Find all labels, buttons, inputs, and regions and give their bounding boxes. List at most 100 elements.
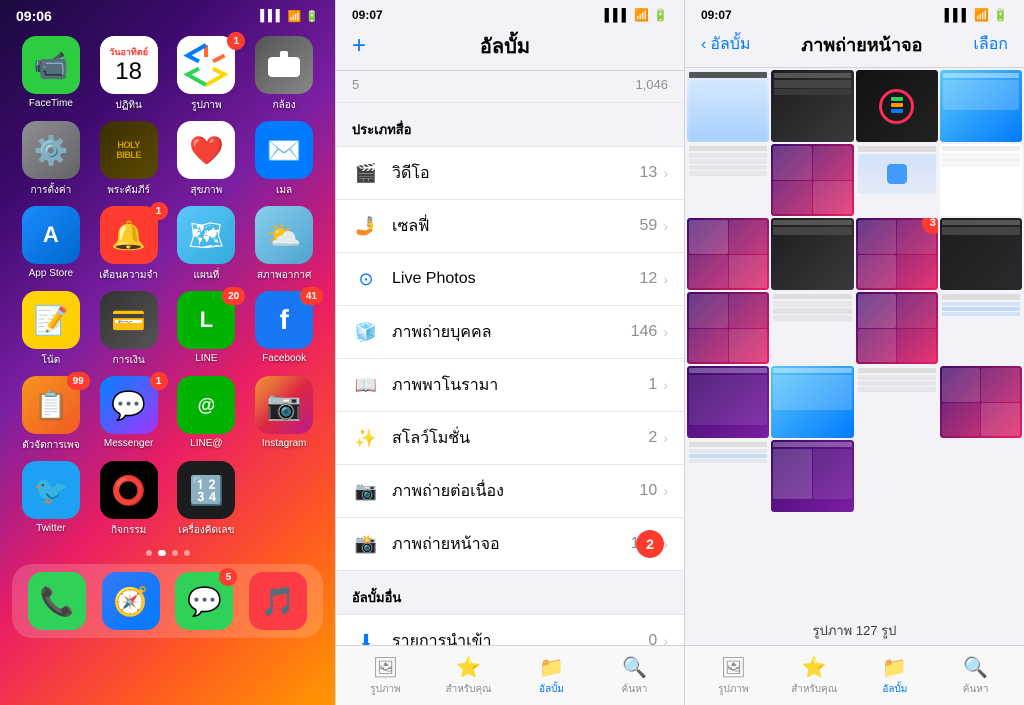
dock-phone[interactable]: 📞 [28,572,86,630]
app-page-manager[interactable]: 📋 99 ตัวจัดการเพจ [16,376,86,453]
screenshot-thumb-2[interactable] [771,70,853,142]
slowmo-row-count: 2 [648,429,657,447]
screenshots-tab-photos[interactable]: 🖼 รูปภาพ [693,655,774,697]
app-bible[interactable]: HOLY BIBLE พระคัมภีร์ [94,121,164,198]
albums-row-livephotos[interactable]: ⊙ Live Photos 12 › [336,253,684,306]
facetime-icon[interactable]: 📹 [22,36,80,94]
app-appstore[interactable]: A App Store [16,206,86,283]
app-camera[interactable]: กล้อง [249,36,319,113]
screenshot-thumb-8[interactable] [940,144,1022,216]
photos-icon[interactable] [177,36,235,94]
screenshot-thumb-13[interactable] [687,292,769,364]
notes-icon[interactable]: 📝 [22,291,80,349]
screenshot-thumb-22[interactable] [771,440,853,512]
imports-row-icon: ⬇ [352,627,380,645]
app-activity[interactable]: ⭕ กิจกรรม [94,461,164,538]
back-label: อัลบั้ม [710,32,750,57]
screenshots-back-button[interactable]: ‹ อัลบั้ม [701,32,750,57]
calendar-icon[interactable]: วันอาทิตย์ 18 [100,36,158,94]
app-instagram[interactable]: 📷 Instagram [249,376,319,453]
app-weather[interactable]: ⛅ สภาพอากาศ [249,206,319,283]
albums-row-panorama[interactable]: 📖 ภาพพาโนรามา 1 › [336,359,684,412]
screenshot-thumb-20[interactable] [940,366,1022,438]
screenshot-thumb-14[interactable] [771,292,853,364]
mail-icon[interactable]: ✉️ [255,121,313,179]
tab-photos[interactable]: 🖼 รูปภาพ [344,655,427,697]
albums-row-burst[interactable]: 📷 ภาพถ่ายต่อเนื่อง 10 › [336,465,684,518]
screenshot-thumb-3[interactable] [856,70,938,142]
dock-music[interactable]: 🎵 [249,572,307,630]
dock-safari[interactable]: 🧭 [102,572,160,630]
albums-row-portrait[interactable]: 🧊 ภาพถ่ายบุคคล 146 › [336,306,684,359]
app-settings[interactable]: ⚙️ การตั้งค่า [16,121,86,198]
app-row-5: 📋 99 ตัวจัดการเพจ 💬 1 Messenger @ LINE@ … [0,376,335,461]
app-mail[interactable]: ✉️ เมล [249,121,319,198]
portrait-row-chevron: › [663,324,668,340]
instagram-icon[interactable]: 📷 [255,376,313,434]
screenshot-thumb-9[interactable] [687,218,769,290]
app-facebook[interactable]: f 41 Facebook [249,291,319,368]
app-calendar[interactable]: วันอาทิตย์ 18 ปฏิทิน [94,36,164,113]
reminders-icon[interactable]: 🔔 [100,206,158,264]
screenshot-thumb-10[interactable] [771,218,853,290]
panorama-row-icon: 📖 [352,371,380,399]
reminders-badge: 1 [150,202,168,220]
app-maps[interactable]: 🗺 แผนที่ [172,206,242,283]
app-facetime[interactable]: 📹 FaceTime [16,36,86,113]
wallet-icon[interactable]: 💳 [100,291,158,349]
app-calculator[interactable]: 🔢 เครื่องคิดเลข [172,461,242,538]
albums-row-video[interactable]: 🎬 วิดีโอ 13 › [336,146,684,200]
albums-row-imports[interactable]: ⬇ รายการนำเข้า 0 › [336,614,684,645]
app-twitter[interactable]: 🐦 Twitter [16,461,86,538]
screenshot-thumb-16[interactable] [940,292,1022,364]
bible-icon[interactable]: HOLY BIBLE [100,121,158,179]
twitter-icon[interactable]: 🐦 [22,461,80,519]
tab-for-you[interactable]: ⭐ สำหรับคุณ [427,655,510,697]
app-health[interactable]: ❤️ สุขภาพ [172,121,242,198]
weather-icon[interactable]: ⛅ [255,206,313,264]
panel-screenshots: 09:07 ▌▌▌ 📶 🔋 ‹ อัลบั้ม ภาพถ่ายหน้าจอ เล… [685,0,1024,705]
tab-search[interactable]: 🔍 ค้นหา [593,655,676,697]
app-lineat[interactable]: @ LINE@ [172,376,242,453]
calculator-icon[interactable]: 🔢 [177,461,235,519]
screenshot-thumb-1[interactable] [687,70,769,142]
app-photos[interactable]: 1 รูปภาพ [172,36,242,113]
screenshots-select-button[interactable]: เลือก [973,32,1008,57]
app-notes[interactable]: 📝 โน้ต [16,291,86,368]
app-line[interactable]: L 20 LINE [172,291,242,368]
tab-albums[interactable]: 📁 อัลบั้ม [510,655,593,697]
screenshot-thumb-19[interactable] [856,366,938,438]
health-icon[interactable]: ❤️ [177,121,235,179]
screenshot-thumb-15[interactable] [856,292,938,364]
screenshot-thumb-7[interactable] [856,144,938,216]
albums-add-button[interactable]: + [352,32,366,60]
screenshot-thumb-21[interactable] [687,440,769,512]
camera-icon[interactable] [255,36,313,94]
screenshot-thumb-17[interactable] [687,366,769,438]
tab-foryou-icon: ⭐ [456,655,481,680]
messenger-label: Messenger [104,438,153,449]
screenshot-thumb-6[interactable] [771,144,853,216]
activity-icon[interactable]: ⭕ [100,461,158,519]
screenshot-thumb-4[interactable] [940,70,1022,142]
app-messenger[interactable]: 💬 1 Messenger [94,376,164,453]
albums-row-screenshots[interactable]: 📸 ภาพถ่ายหน้าจอ 126 › 2 [336,518,684,571]
screenshot-thumb-18[interactable] [771,366,853,438]
selfie-row-label: เซลฟี่ [392,214,640,239]
app-reminders[interactable]: 🔔 1 เตือนความจำ [94,206,164,283]
screenshot-thumb-5[interactable] [687,144,769,216]
lineat-icon[interactable]: @ [177,376,235,434]
screenshot-thumb-12[interactable] [940,218,1022,290]
appstore-icon[interactable]: A [22,206,80,264]
albums-row-selfie[interactable]: 🤳 เซลฟี่ 59 › [336,200,684,253]
app-wallet[interactable]: 💳 การเงิน [94,291,164,368]
albums-row-slowmo[interactable]: ✨ สโลว์โมชั่น 2 › [336,412,684,465]
screenshot-thumb-11[interactable]: 3 [856,218,938,290]
screenshots-tab-search[interactable]: 🔍 ค้นหา [935,655,1016,697]
screenshots-signal-icon: ▌▌▌ [945,8,971,22]
screenshots-tab-foryou[interactable]: ⭐ สำหรับคุณ [774,655,855,697]
screenshots-tab-albums[interactable]: 📁 อัลบั้ม [855,655,936,697]
maps-icon[interactable]: 🗺 [177,206,235,264]
settings-icon[interactable]: ⚙️ [22,121,80,179]
messenger-icon[interactable]: 💬 [100,376,158,434]
